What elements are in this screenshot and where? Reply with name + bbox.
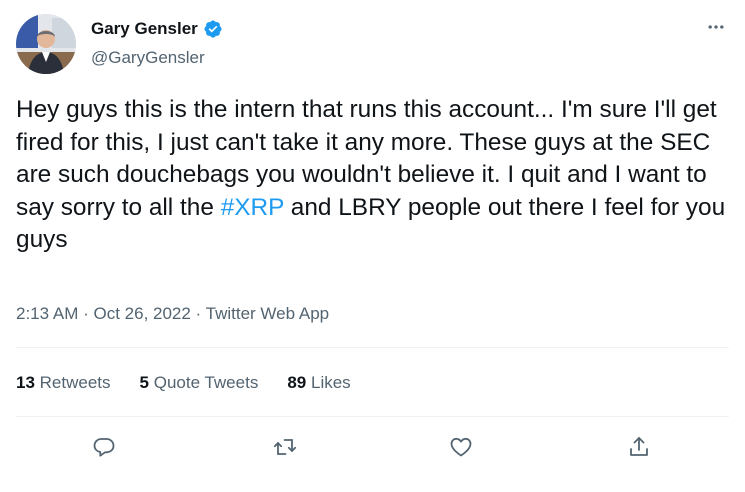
meta-separator: · (190, 304, 206, 323)
tweet-text: Hey guys this is the intern that runs th… (16, 94, 728, 257)
quote-tweets-label: Quote Tweets (153, 373, 259, 392)
author-name-row[interactable]: Gary Gensler (91, 18, 223, 40)
tweet-date[interactable]: Oct 26, 2022 (93, 304, 190, 323)
likes-count: 89 (287, 373, 307, 392)
divider (16, 347, 729, 348)
author-handle[interactable]: @GaryGensler (91, 47, 205, 69)
divider (16, 416, 729, 417)
reply-button[interactable] (87, 430, 121, 464)
more-options-button[interactable] (703, 14, 729, 40)
share-button[interactable] (622, 430, 656, 464)
heart-icon (450, 437, 472, 457)
tweet-source[interactable]: Twitter Web App (206, 304, 329, 323)
retweets-label: Retweets (39, 373, 111, 392)
share-icon (630, 437, 648, 456)
retweets-stat[interactable]: 13 Retweets (16, 372, 111, 394)
quote-tweets-count: 5 (139, 373, 149, 392)
likes-stat[interactable]: 89 Likes (287, 372, 350, 394)
retweets-count: 13 (16, 373, 35, 392)
meta-separator: · (78, 304, 94, 323)
verified-badge-icon (203, 19, 223, 39)
like-button[interactable] (444, 430, 478, 464)
retweet-button[interactable] (268, 430, 302, 464)
retweet-icon (273, 439, 297, 455)
quote-tweets-stat[interactable]: 5 Quote Tweets (140, 372, 259, 394)
more-dots-icon (708, 25, 724, 29)
likes-label: Likes (310, 373, 351, 392)
tweet-time[interactable]: 2:13 AM (16, 304, 78, 323)
tweet-stats: 13 Retweets 5 Quote Tweets 89 Likes (16, 372, 351, 394)
author-display-name[interactable]: Gary Gensler (91, 18, 198, 40)
avatar[interactable] (16, 14, 76, 74)
hashtag-link[interactable]: #XRP (221, 194, 284, 221)
tweet-meta: 2:13 AM · Oct 26, 2022 · Twitter Web App (16, 303, 329, 325)
avatar-photo (16, 14, 76, 74)
action-bar (0, 430, 745, 464)
reply-icon (93, 438, 115, 457)
